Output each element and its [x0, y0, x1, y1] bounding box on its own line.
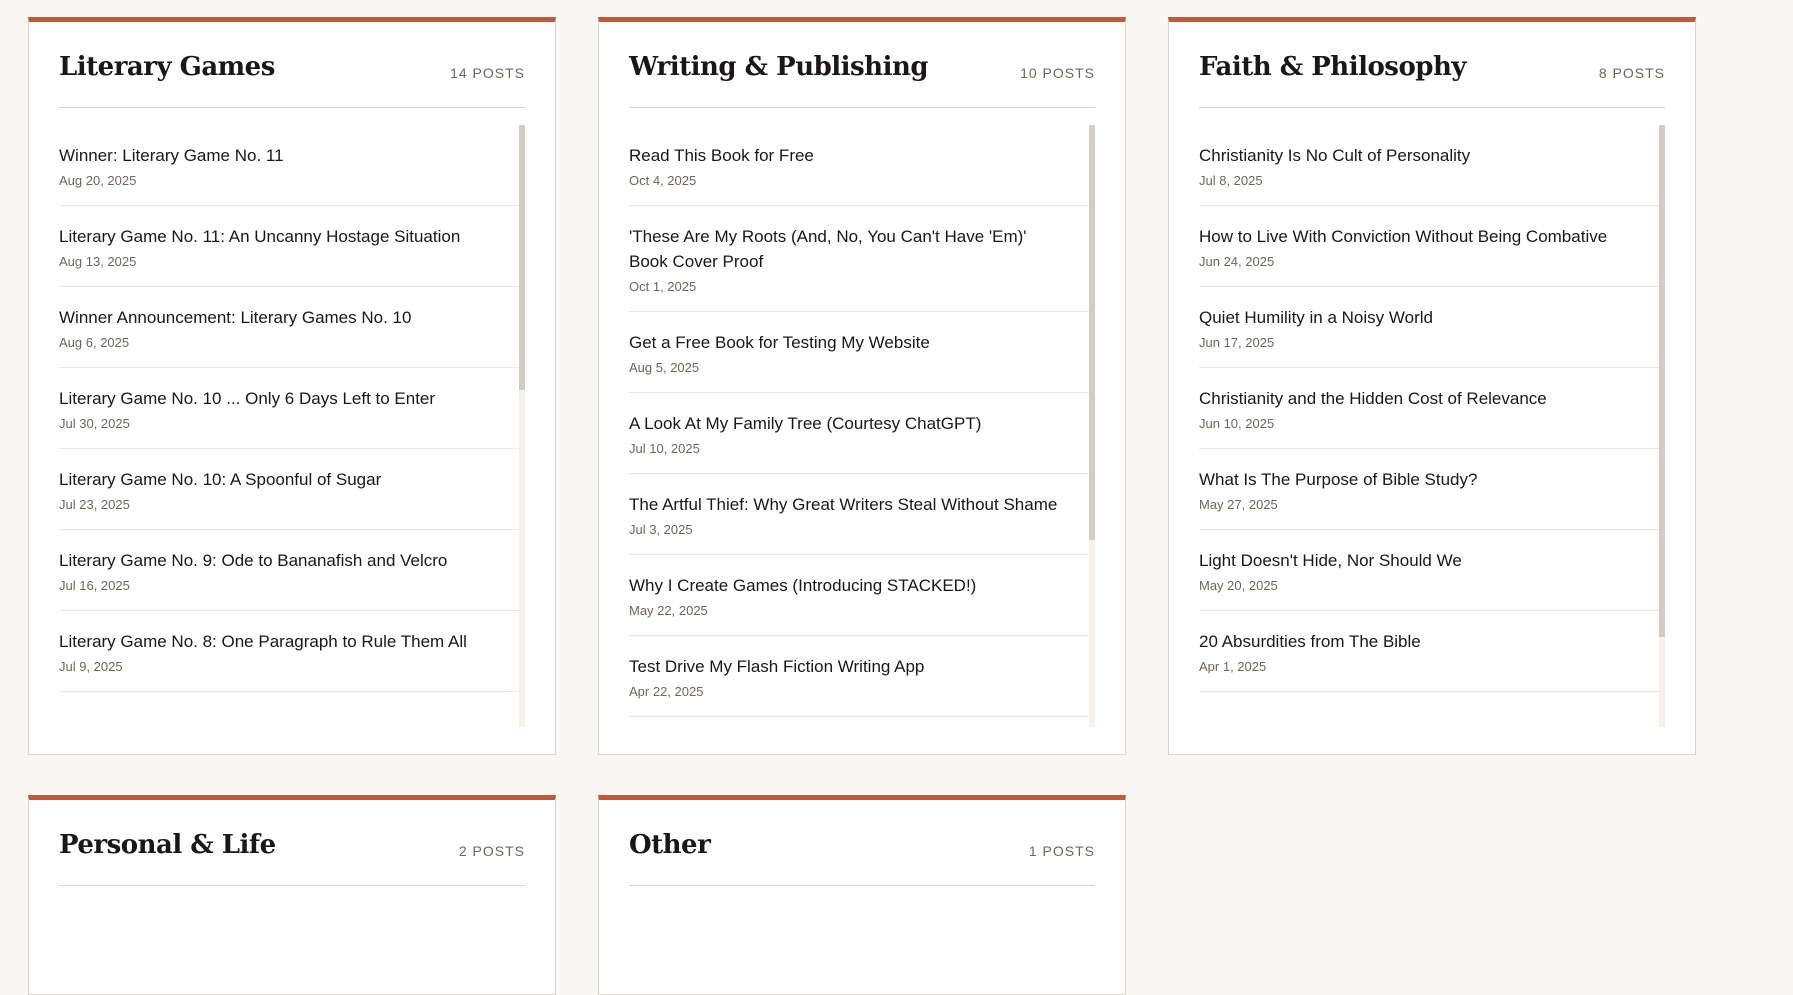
post-item[interactable]: 20 Absurdities from The Bible Apr 1, 202… [1199, 611, 1665, 692]
post-item[interactable]: What Is The Purpose of Bible Study? May … [1199, 449, 1665, 530]
post-title[interactable]: Light Doesn't Hide, Nor Should We [1199, 548, 1639, 573]
scrollbar-thumb[interactable] [1089, 125, 1095, 540]
card-title[interactable]: Writing & Publishing [629, 52, 929, 82]
post-title[interactable]: 'These Are My Roots (And, No, You Can't … [629, 224, 1069, 274]
post-date: Jun 10, 2025 [1199, 416, 1275, 431]
post-count-badge: 10 POSTS [1020, 65, 1095, 81]
category-card-writing-publishing: Writing & Publishing 10 POSTS Read This … [598, 17, 1126, 755]
category-card-other: Other 1 POSTS [598, 795, 1126, 995]
post-title[interactable]: Test Drive My Flash Fiction Writing App [629, 654, 1069, 679]
post-title[interactable]: Christianity and the Hidden Cost of Rele… [1199, 386, 1639, 411]
post-date: Aug 5, 2025 [629, 360, 700, 375]
post-title[interactable]: How to Live With Conviction Without Bein… [1199, 224, 1639, 249]
post-date: Oct 1, 2025 [629, 279, 697, 294]
card-header: Personal & Life 2 POSTS [59, 800, 525, 886]
post-item[interactable]: Literary Game No. 9: Ode to Bananafish a… [59, 530, 525, 611]
card-title[interactable]: Personal & Life [59, 830, 276, 860]
post-date: Jul 9, 2025 [59, 659, 123, 674]
post-item[interactable]: Winner: Literary Game No. 11 Aug 20, 202… [59, 125, 525, 206]
post-title[interactable]: Winner: Literary Game No. 11 [59, 143, 499, 168]
category-card-literary-games: Literary Games 14 POSTS Winner: Literary… [28, 17, 556, 755]
card-header: Literary Games 14 POSTS [59, 22, 525, 108]
post-item[interactable]: Literary Game No. 8: One Paragraph to Ru… [59, 611, 525, 692]
card-header: Other 1 POSTS [629, 800, 1095, 886]
post-date: Jul 16, 2025 [59, 578, 130, 593]
card-title[interactable]: Literary Games [59, 52, 275, 82]
post-title[interactable]: What Is The Purpose of Bible Study? [1199, 467, 1639, 492]
scrollbar-track[interactable] [519, 125, 525, 727]
post-item[interactable]: Light Doesn't Hide, Nor Should We May 20… [1199, 530, 1665, 611]
post-item[interactable]: Read This Book for Free Oct 4, 2025 [629, 125, 1095, 206]
post-title[interactable]: Winner Announcement: Literary Games No. … [59, 305, 499, 330]
post-item[interactable]: How to Live With Conviction Without Bein… [1199, 206, 1665, 287]
post-title[interactable]: Why I Create Games (Introducing STACKED!… [629, 573, 1069, 598]
post-item[interactable]: Why I Create Games (Introducing STACKED!… [629, 555, 1095, 636]
post-item[interactable]: Literary Game No. 10 ... Only 6 Days Lef… [59, 368, 525, 449]
post-date: May 20, 2025 [1199, 578, 1278, 593]
post-item[interactable]: A Look At My Family Tree (Courtesy ChatG… [629, 393, 1095, 474]
post-date: Aug 20, 2025 [59, 173, 137, 188]
card-header: Writing & Publishing 10 POSTS [629, 22, 1095, 108]
post-date: Aug 13, 2025 [59, 254, 137, 269]
post-count-badge: 14 POSTS [450, 65, 525, 81]
post-date: Jul 3, 2025 [629, 522, 693, 537]
post-date: Jul 8, 2025 [1199, 173, 1263, 188]
post-title[interactable]: The Artful Thief: Why Great Writers Stea… [629, 492, 1069, 517]
post-title[interactable]: Christianity Is No Cult of Personality [1199, 143, 1639, 168]
post-title[interactable]: Literary Game No. 10: A Spoonful of Suga… [59, 467, 499, 492]
post-list: Christianity Is No Cult of Personality J… [1199, 125, 1665, 727]
post-item[interactable]: Christianity Is No Cult of Personality J… [1199, 125, 1665, 206]
post-item[interactable]: Get a Free Book for Testing My Website A… [629, 312, 1095, 393]
post-list: Winner: Literary Game No. 11 Aug 20, 202… [59, 125, 525, 727]
post-date: Aug 6, 2025 [59, 335, 130, 350]
post-count-badge: 1 POSTS [1028, 843, 1095, 859]
post-date: Jul 30, 2025 [59, 416, 130, 431]
post-title[interactable]: Read This Book for Free [629, 143, 1069, 168]
post-item[interactable]: Literary Game No. 10: A Spoonful of Suga… [59, 449, 525, 530]
post-item[interactable]: Quiet Humility in a Noisy World Jun 17, … [1199, 287, 1665, 368]
scrollbar-thumb[interactable] [519, 125, 525, 390]
scrollbar-track[interactable] [1659, 125, 1665, 727]
post-title[interactable]: A Look At My Family Tree (Courtesy ChatG… [629, 411, 1069, 436]
post-date: Jun 24, 2025 [1199, 254, 1275, 269]
post-title[interactable]: Literary Game No. 8: One Paragraph to Ru… [59, 629, 499, 654]
post-title[interactable]: Quiet Humility in a Noisy World [1199, 305, 1639, 330]
post-item[interactable]: 'These Are My Roots (And, No, You Can't … [629, 206, 1095, 312]
post-date: Jul 23, 2025 [59, 497, 130, 512]
post-list: Read This Book for Free Oct 4, 2025 'The… [629, 125, 1095, 727]
scrollbar-track[interactable] [1089, 125, 1095, 727]
card-title[interactable]: Other [629, 830, 711, 860]
post-date: May 22, 2025 [629, 603, 708, 618]
post-item[interactable]: Literary Game No. 11: An Uncanny Hostage… [59, 206, 525, 287]
post-date: Apr 22, 2025 [629, 684, 704, 699]
post-date: Jun 17, 2025 [1199, 335, 1275, 350]
post-count-badge: 8 POSTS [1598, 65, 1665, 81]
category-card-personal-life: Personal & Life 2 POSTS [28, 795, 556, 995]
post-title[interactable]: Get a Free Book for Testing My Website [629, 330, 1069, 355]
post-date: Oct 4, 2025 [629, 173, 697, 188]
post-title[interactable]: 20 Absurdities from The Bible [1199, 629, 1639, 654]
post-item[interactable]: Winner Announcement: Literary Games No. … [59, 287, 525, 368]
category-card-faith-philosophy: Faith & Philosophy 8 POSTS Christianity … [1168, 17, 1696, 755]
post-count-badge: 2 POSTS [458, 843, 525, 859]
scrollbar-thumb[interactable] [1659, 125, 1665, 637]
post-title[interactable]: Literary Game No. 9: Ode to Bananafish a… [59, 548, 499, 573]
post-item[interactable]: Test Drive My Flash Fiction Writing App … [629, 636, 1095, 717]
post-date: Jul 10, 2025 [629, 441, 700, 456]
post-date: May 27, 2025 [1199, 497, 1278, 512]
post-item[interactable]: The Artful Thief: Why Great Writers Stea… [629, 474, 1095, 555]
card-title[interactable]: Faith & Philosophy [1199, 52, 1466, 82]
post-title[interactable]: Literary Game No. 11: An Uncanny Hostage… [59, 224, 499, 249]
post-item[interactable]: Christianity and the Hidden Cost of Rele… [1199, 368, 1665, 449]
post-date: Apr 1, 2025 [1199, 659, 1267, 674]
card-header: Faith & Philosophy 8 POSTS [1199, 22, 1665, 108]
post-title[interactable]: Literary Game No. 10 ... Only 6 Days Lef… [59, 386, 499, 411]
